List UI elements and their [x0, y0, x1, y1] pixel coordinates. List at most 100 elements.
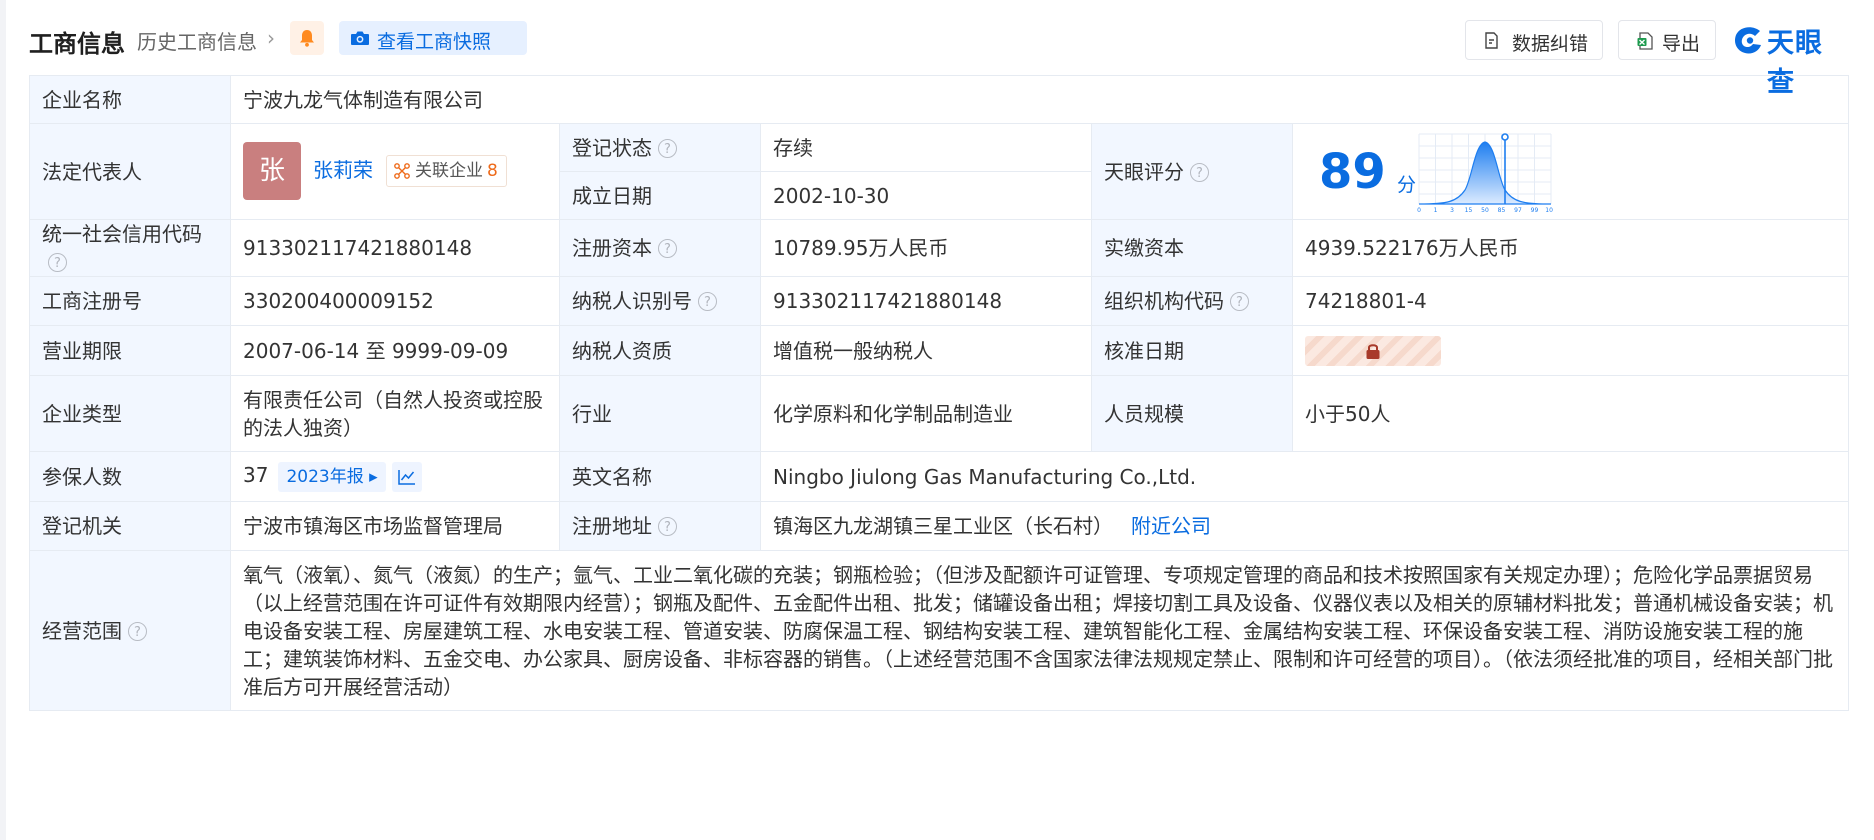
- score-unit: 分: [1397, 173, 1417, 196]
- taxpayer-id-label-cell: 纳税人识别号?: [559, 276, 761, 326]
- company-name-value: 宁波九龙气体制造有限公司: [230, 75, 1849, 124]
- score-cell: 89 分 0 1 3 15 50 85 97 99 10: [1292, 123, 1849, 220]
- score-chart-tick-label: 97: [1514, 207, 1522, 214]
- org-code-label-cell: 组织机构代码?: [1091, 276, 1293, 326]
- trend-chart-icon: [397, 469, 415, 485]
- status-label: 登记状态: [572, 135, 652, 160]
- status-value: 存续: [760, 123, 1092, 172]
- authority-value: 宁波市镇海区市场监督管理局: [230, 501, 560, 551]
- export-label: 导出: [1662, 33, 1701, 55]
- paid-capital-label: 实缴资本: [1091, 219, 1293, 277]
- related-companies-badge[interactable]: 关联企业 8: [386, 154, 507, 187]
- table-row: 统一社会信用代码? 913302117421880148 注册资本? 10789…: [29, 219, 1849, 277]
- founded-label: 成立日期: [559, 171, 761, 220]
- help-icon[interactable]: ?: [698, 292, 717, 311]
- insured-cell: 37 2023年报 ▸: [230, 451, 560, 502]
- legal-rep-label: 法定代表人: [29, 123, 231, 220]
- section-title: 工商信息: [29, 30, 125, 58]
- insured-value: 37: [243, 463, 269, 488]
- data-correction-label: 数据纠错: [1512, 33, 1589, 55]
- reg-capital-label-cell: 注册资本?: [559, 219, 761, 277]
- org-code-label: 组织机构代码: [1104, 289, 1224, 313]
- score-chart-tick-label: 100: [1545, 207, 1553, 214]
- bell-icon: [300, 30, 314, 47]
- bell-button[interactable]: [290, 21, 324, 55]
- scope-value: 氧气（液氧）、氮气（液氮）的生产；氩气、工业二氧化碳的充装；钢瓶检验；（但涉及配…: [230, 550, 1849, 711]
- trend-chart-button[interactable]: [391, 461, 422, 492]
- score-value[interactable]: 89: [1319, 146, 1386, 198]
- authority-label: 登记机关: [29, 501, 231, 551]
- paid-capital-value: 4939.522176万人民币: [1292, 219, 1849, 277]
- en-name-label: 英文名称: [559, 451, 761, 502]
- staff-label: 人员规模: [1091, 375, 1293, 452]
- score-chart-ticks: 0 1 3 15 50 85 97 99 100: [1417, 207, 1553, 214]
- address-label: 注册地址: [572, 514, 652, 538]
- taxpayer-id-label: 纳税人识别号: [572, 289, 692, 313]
- business-info-page: 工商信息 历史工商信息 › 查看工商快照 数据纠错 导出 天眼查 企业名称 宁波…: [0, 0, 1874, 840]
- table-row: 法定代表人 张 张莉荣 关联企业 8 登记状态 ? 存续 天眼评分 ? 89 分…: [29, 123, 1849, 220]
- help-icon[interactable]: ?: [658, 138, 677, 158]
- reg-no-label: 工商注册号: [29, 276, 231, 326]
- view-snapshot-button[interactable]: 查看工商快照: [339, 21, 527, 55]
- network-icon: [394, 162, 410, 179]
- reg-capital-value: 10789.95万人民币: [760, 219, 1092, 277]
- term-label: 营业期限: [29, 325, 231, 376]
- camera-icon: [351, 31, 369, 45]
- score-chart-tick-label: 85: [1498, 207, 1506, 214]
- score-distribution-chart[interactable]: 0 1 3 15 50 85 97 99 100: [1417, 128, 1553, 214]
- avatar[interactable]: 张: [243, 141, 301, 200]
- data-correction-button[interactable]: 数据纠错: [1465, 20, 1603, 60]
- status-label-cell: 登记状态?: [559, 123, 761, 172]
- tianyancha-logo: 天眼查: [1733, 20, 1848, 98]
- taxpayer-type-value: 增值税一般纳税人: [760, 325, 1092, 376]
- annual-report-button[interactable]: 2023年报 ▸: [278, 461, 386, 492]
- help-icon[interactable]: ?: [658, 239, 677, 258]
- related-companies-count: 8: [487, 160, 498, 181]
- scope-label-cell: 经营范围?: [29, 550, 231, 711]
- type-value: 有限责任公司（自然人投资或控股的法人独资）: [230, 375, 560, 452]
- address-label-cell: 注册地址?: [559, 501, 761, 551]
- approval-date-label: 核准日期: [1091, 325, 1293, 376]
- history-info-link[interactable]: 历史工商信息: [137, 26, 257, 55]
- export-button[interactable]: 导出: [1618, 20, 1716, 60]
- credit-code-label-cell: 统一社会信用代码?: [29, 219, 231, 277]
- score-chart-tick-label: 50: [1481, 207, 1489, 214]
- table-row: 企业名称 宁波九龙气体制造有限公司: [29, 75, 1849, 124]
- help-icon[interactable]: ?: [1230, 292, 1249, 311]
- founded-value: 2002-10-30: [760, 171, 1092, 220]
- en-name-value: Ningbo Jiulong Gas Manufacturing Co.,Ltd…: [760, 451, 1849, 502]
- scope-label: 经营范围: [42, 618, 122, 643]
- score-chart-tick-label: 3: [1450, 207, 1454, 214]
- reg-capital-label: 注册资本: [572, 236, 652, 260]
- table-row: 工商注册号 330200400009152 纳税人识别号? 9133021174…: [29, 276, 1849, 326]
- score-chart-tick-label: 1: [1434, 207, 1438, 214]
- help-icon[interactable]: ?: [1190, 162, 1209, 182]
- business-info-table: 企业名称 宁波九龙气体制造有限公司 法定代表人 张 张莉荣 关联企业 8 登记状…: [29, 75, 1849, 711]
- table-row: 营业期限 2007-06-14 至 9999-09-09 纳税人资质 增值税一般…: [29, 325, 1849, 376]
- left-edge-bar: [0, 0, 6, 840]
- locked-value-box[interactable]: [1305, 335, 1441, 366]
- address-value: 镇海区九龙湖镇三星工业区（长石村）: [773, 514, 1113, 538]
- related-companies-label: 关联企业: [415, 160, 483, 181]
- lock-icon: [1366, 344, 1380, 359]
- help-icon[interactable]: ?: [658, 517, 677, 536]
- credit-code-label: 统一社会信用代码: [42, 222, 202, 246]
- table-row: 企业类型 有限责任公司（自然人投资或控股的法人独资） 行业 化学原料和化学制品制…: [29, 375, 1849, 452]
- company-name-label: 企业名称: [29, 75, 231, 124]
- help-icon[interactable]: ?: [128, 621, 147, 641]
- table-row: 登记机关 宁波市镇海区市场监督管理局 注册地址? 镇海区九龙湖镇三星工业区（长石…: [29, 501, 1849, 551]
- nearby-companies-link[interactable]: 附近公司: [1131, 514, 1211, 538]
- credit-code-value: 913302117421880148: [230, 219, 560, 277]
- org-code-value: 74218801-4: [1292, 276, 1849, 326]
- help-icon[interactable]: ?: [48, 253, 67, 272]
- score-marker-dot: [1501, 132, 1509, 141]
- score-label-cell: 天眼评分?: [1091, 123, 1293, 220]
- legal-rep-name-link[interactable]: 张莉荣: [313, 156, 373, 184]
- score-chart-tick-label: 0: [1417, 207, 1421, 214]
- industry-value: 化学原料和化学制品制造业: [760, 375, 1092, 452]
- chevron-right-icon[interactable]: ›: [267, 26, 275, 50]
- table-row: 参保人数 37 2023年报 ▸ 英文名称 Ningbo Jiulong Gas …: [29, 451, 1849, 502]
- score-label: 天眼评分: [1104, 159, 1184, 184]
- taxpayer-id-value: 913302117421880148: [760, 276, 1092, 326]
- excel-icon: [1637, 32, 1653, 50]
